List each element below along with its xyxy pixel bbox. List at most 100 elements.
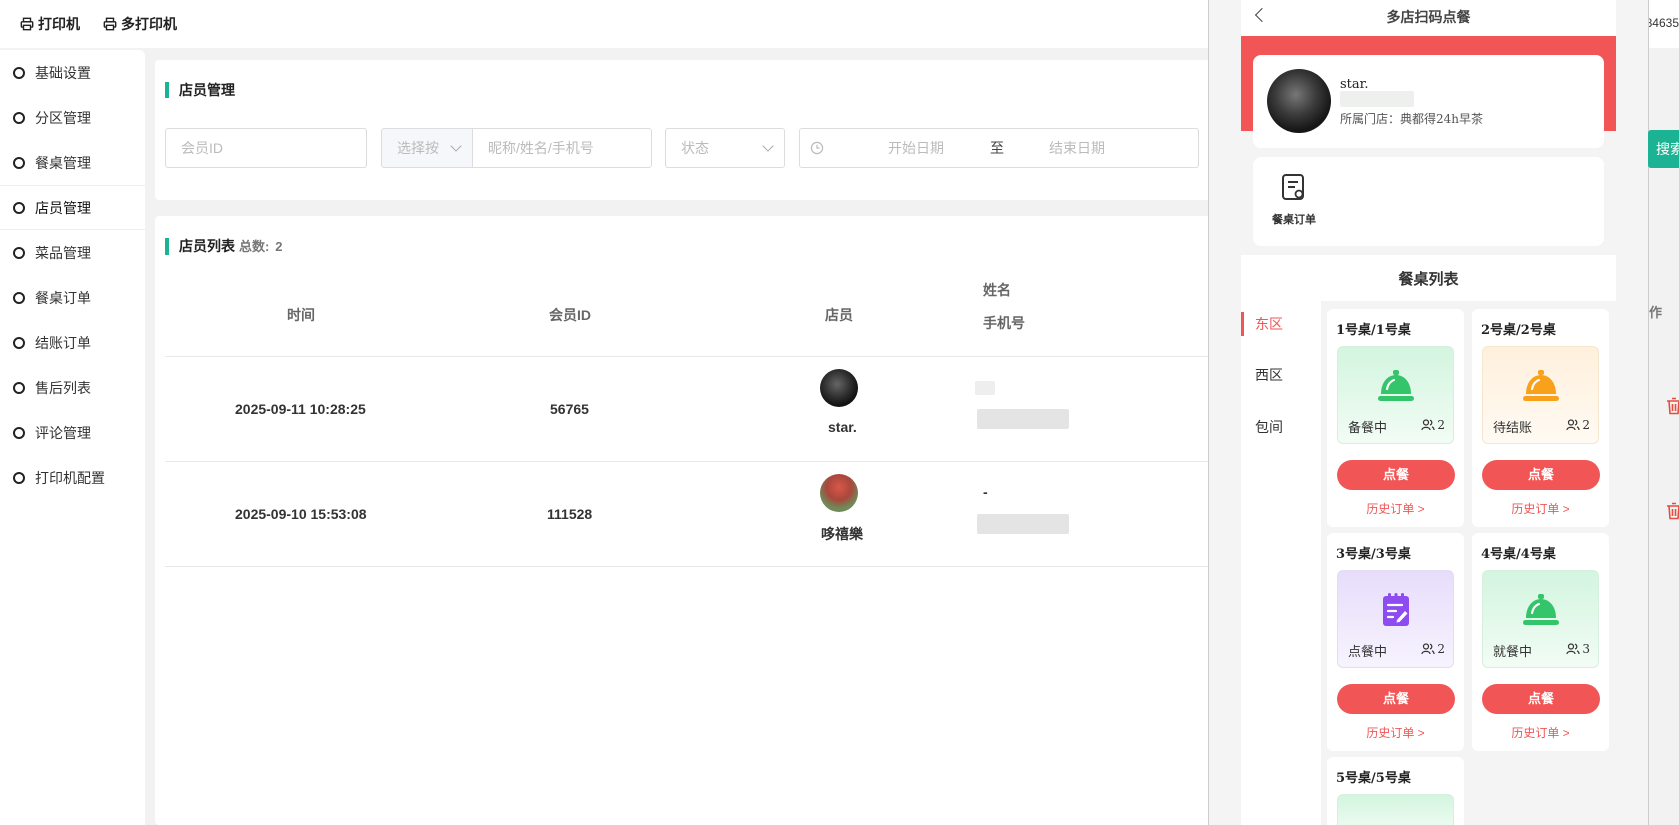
mobile-header: 多店扫码点餐 <box>1241 0 1616 36</box>
circle-icon <box>13 111 25 124</box>
sidebar-item-zone-management[interactable]: 分区管理 <box>0 95 145 140</box>
total-count: 2 <box>275 239 283 254</box>
filter-panel: 店员管理 会员ID 选择按 昵称/姓名/手机号 状态 开始日期 至 结束日期 <box>155 60 1215 200</box>
select-by-dropdown[interactable]: 选择按 <box>381 128 473 168</box>
search-button[interactable]: 搜索 <box>1648 130 1679 168</box>
start-date-placeholder: 开始日期 <box>888 140 944 156</box>
multi-printer-button[interactable]: 多打印机 <box>103 14 177 34</box>
bell-icon <box>1378 370 1414 401</box>
sidebar-item-label: 餐桌管理 <box>35 154 91 171</box>
keyword-input[interactable]: 昵称/姓名/手机号 <box>472 128 652 168</box>
table-status-box[interactable] <box>1337 794 1454 825</box>
table-header: 时间 会员ID 店员 姓名 手机号 <box>165 265 1215 357</box>
table-card-1: 1号桌/1号桌 备餐中 2 点餐 历史订单 > <box>1327 309 1464 527</box>
seat-count: 2 <box>1421 418 1445 432</box>
table-status: 就餐中 <box>1493 644 1533 659</box>
circle-icon <box>13 471 25 484</box>
printer-icon <box>20 17 34 31</box>
printer-icon <box>103 17 117 31</box>
printer-label: 打印机 <box>38 16 80 32</box>
sidebar-item-label: 售后列表 <box>35 379 91 396</box>
table-list-title: 餐桌列表 <box>1398 271 1459 288</box>
member-id-input[interactable]: 会员ID <box>165 128 367 168</box>
history-orders-link[interactable]: 历史订单 > <box>1327 724 1464 741</box>
table-status-box[interactable]: 待结账 2 <box>1482 346 1599 444</box>
table-title: 2号桌/2号桌 <box>1481 323 1556 338</box>
row-time: 2025-09-10 15:53:08 <box>235 506 367 522</box>
avatar <box>820 474 858 512</box>
table-status: 待结账 <box>1493 420 1533 435</box>
order-button[interactable]: 点餐 <box>1482 460 1600 490</box>
sidebar-item-label: 基础设置 <box>35 64 91 81</box>
zone-tab-private-room[interactable]: 包间 <box>1241 415 1321 439</box>
column-header-staff: 店员 <box>825 307 853 323</box>
circle-icon <box>13 156 25 169</box>
table-status: 点餐中 <box>1348 644 1388 659</box>
sidebar-item-table-management[interactable]: 餐桌管理 <box>0 140 145 185</box>
total-label: 总数: <box>239 239 270 254</box>
multi-printer-label: 多打印机 <box>121 16 177 32</box>
sidebar-item-staff-management[interactable]: 店员管理 <box>0 185 145 230</box>
sidebar-item-dish-management[interactable]: 菜品管理 <box>0 230 145 275</box>
table-card-4: 4号桌/4号桌 就餐中 3 点餐 历史订单 > <box>1472 533 1609 751</box>
table-card-3: 3号桌/3号桌 点餐中 2 点餐 历史订单 > <box>1327 533 1464 751</box>
table-title: 5号桌/5号桌 <box>1336 771 1411 786</box>
people-icon <box>1566 419 1580 431</box>
sidebar-item-after-sales[interactable]: 售后列表 <box>0 365 145 410</box>
status-dropdown[interactable]: 状态 <box>665 128 785 168</box>
top-right-text: 84635 <box>1645 16 1679 30</box>
history-orders-link[interactable]: 历史订单 > <box>1327 500 1464 517</box>
circle-icon <box>13 246 25 259</box>
circle-icon <box>13 66 25 79</box>
table-card-5: 5号桌/5号桌 <box>1327 757 1464 825</box>
date-range-picker[interactable]: 开始日期 至 结束日期 <box>799 128 1199 168</box>
circle-icon <box>13 426 25 439</box>
sidebar-item-printer-config[interactable]: 打印机配置 <box>0 455 145 500</box>
table-row: 2025-09-10 15:53:08 111528 哆禧樂 - <box>165 462 1215 567</box>
column-header-operation: 作 <box>1649 305 1663 320</box>
trash-icon[interactable] <box>1666 397 1679 415</box>
avatar <box>820 369 858 407</box>
sidebar-item-label: 分区管理 <box>35 109 91 126</box>
people-icon <box>1421 419 1435 431</box>
history-orders-link[interactable]: 历史订单 > <box>1472 724 1609 741</box>
zone-nav: 东区 西区 包间 <box>1241 301 1321 825</box>
sidebar-item-checkout-orders[interactable]: 结账订单 <box>0 320 145 365</box>
table-list-section: 餐桌列表 东区 西区 包间 1号桌/1号桌 备餐中 2 点餐 历史订单 > 2号… <box>1241 255 1616 825</box>
zone-tab-east[interactable]: 东区 <box>1241 312 1321 336</box>
sidebar-item-reviews[interactable]: 评论管理 <box>0 410 145 455</box>
profile-name: star. <box>1340 77 1369 92</box>
table-status-box[interactable]: 点餐中 2 <box>1337 570 1454 668</box>
sidebar-item-label: 菜品管理 <box>35 244 91 261</box>
profile-store: 所属门店：典都得24h早茶 <box>1340 112 1483 126</box>
clock-icon <box>810 141 824 155</box>
table-list-header: 餐桌列表 <box>1241 255 1616 301</box>
history-orders-link[interactable]: 历史订单 > <box>1472 500 1609 517</box>
zone-tab-west[interactable]: 西区 <box>1241 363 1321 387</box>
sidebar-item-basic-settings[interactable]: 基础设置 <box>0 50 145 95</box>
circle-icon <box>13 381 25 394</box>
sidebar-item-label: 餐桌订单 <box>35 289 91 306</box>
sidebar-item-table-orders[interactable]: 餐桌订单 <box>0 275 145 320</box>
mobile-title: 多店扫码点餐 <box>1386 9 1471 25</box>
sidebar: 基础设置 分区管理 餐桌管理 店员管理 菜品管理 餐桌订单 结账订单 售后列表 … <box>0 50 145 825</box>
table-status: 备餐中 <box>1348 420 1388 435</box>
sidebar-item-label: 评论管理 <box>35 424 91 441</box>
trash-icon[interactable] <box>1666 502 1679 520</box>
table-order-label: 餐桌订单 <box>1272 214 1316 226</box>
sidebar-item-label: 打印机配置 <box>35 469 105 486</box>
bell-icon <box>1523 370 1559 401</box>
table-status-box[interactable]: 备餐中 2 <box>1337 346 1454 444</box>
blurred-phone <box>977 514 1069 534</box>
order-button[interactable]: 点餐 <box>1337 460 1455 490</box>
order-button[interactable]: 点餐 <box>1482 684 1600 714</box>
circle-icon <box>13 201 25 214</box>
column-header-name: 姓名 <box>983 282 1011 298</box>
profile-card: star. 所属门店：典都得24h早茶 <box>1253 55 1604 148</box>
order-button[interactable]: 点餐 <box>1337 684 1455 714</box>
printer-button[interactable]: 打印机 <box>20 14 80 34</box>
chevron-down-icon <box>450 140 462 152</box>
date-separator: 至 <box>990 140 1004 156</box>
table-order-card[interactable]: 餐桌订单 <box>1253 157 1604 246</box>
table-status-box[interactable]: 就餐中 3 <box>1482 570 1599 668</box>
